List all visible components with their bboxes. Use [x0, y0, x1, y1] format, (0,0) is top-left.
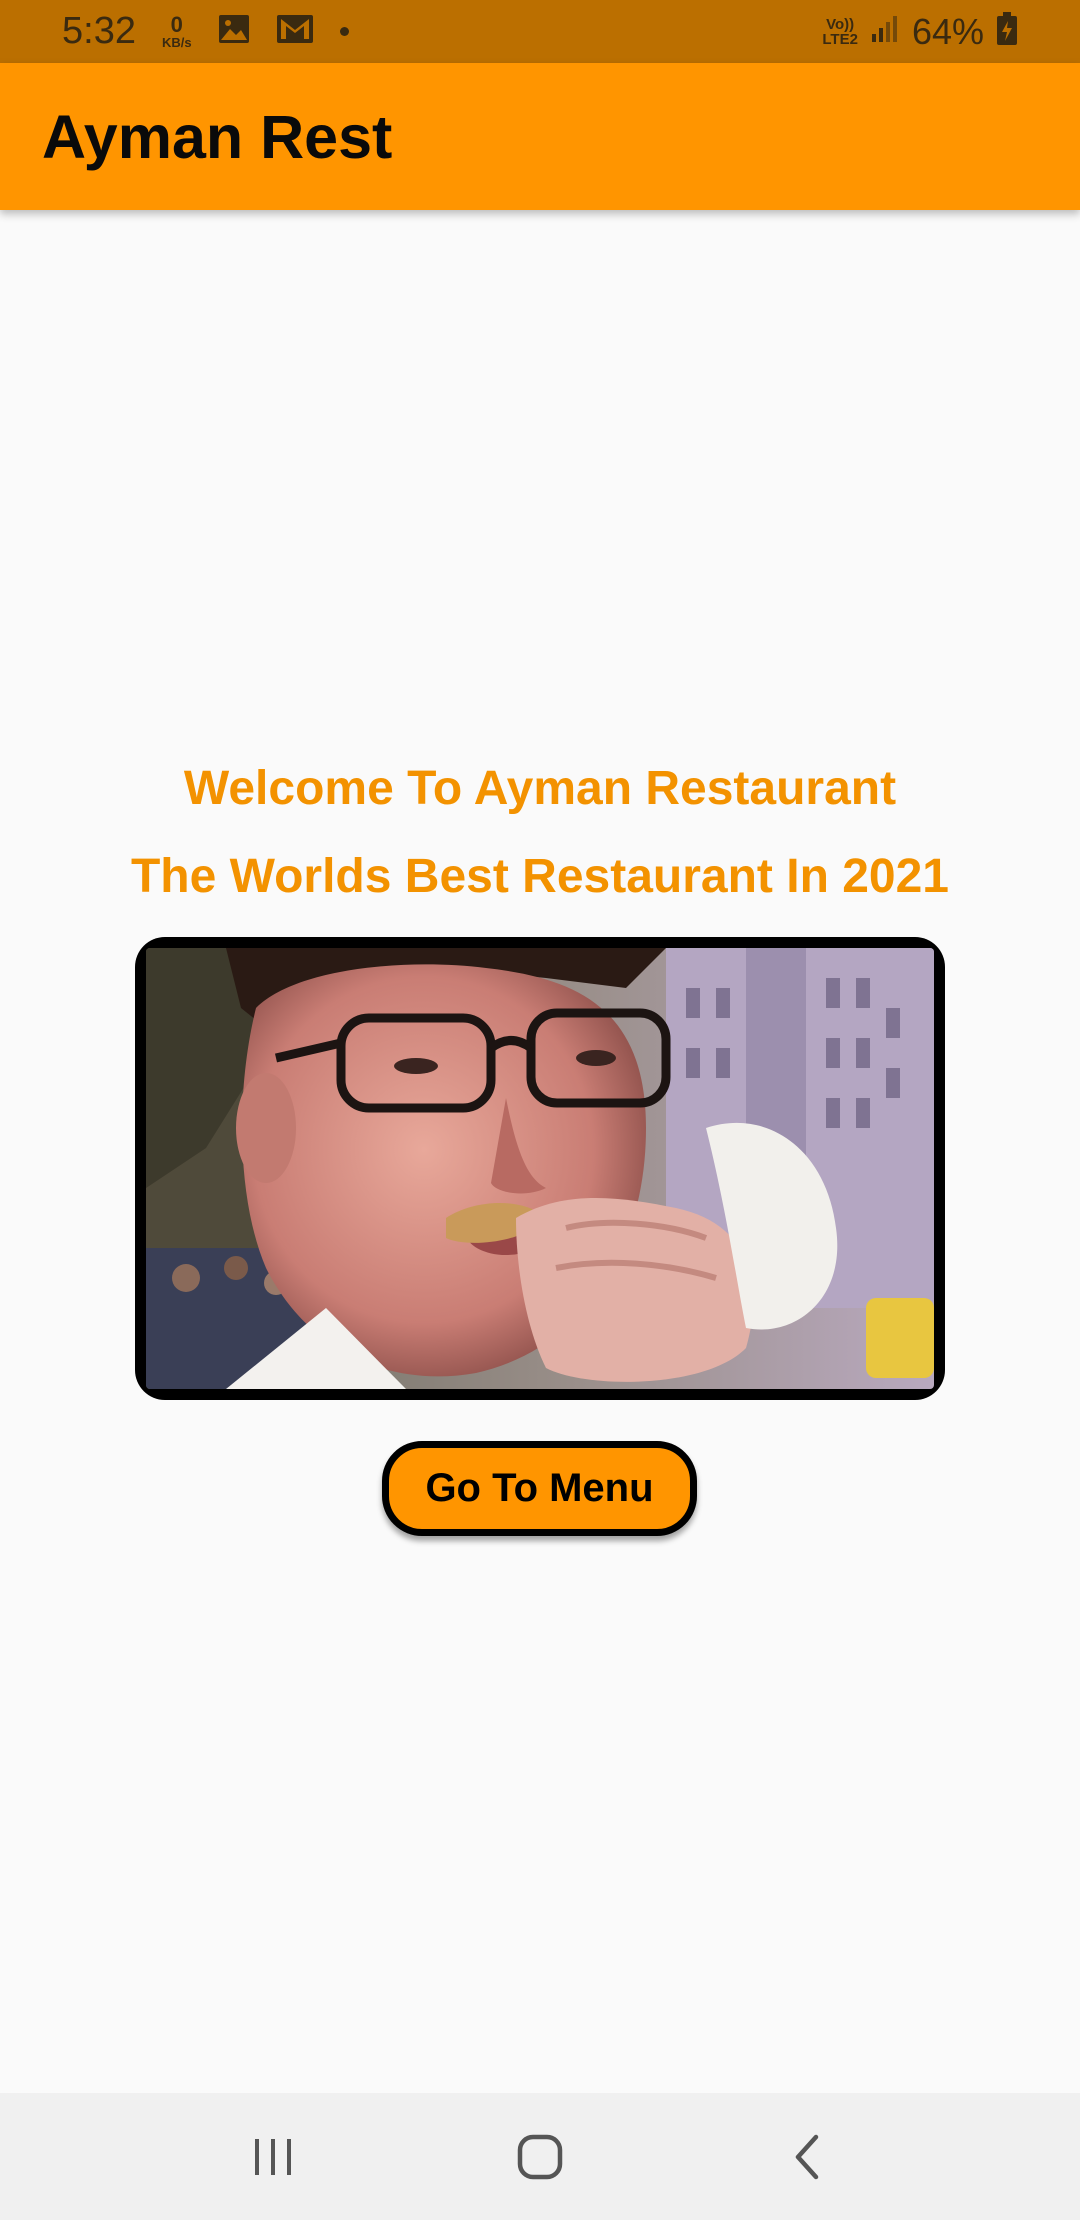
status-time: 5:32 — [62, 10, 136, 52]
welcome-line-2: The Worlds Best Restaurant In 2021 — [130, 850, 949, 903]
volte-top: Vo)) — [826, 15, 855, 33]
volte-bottom: LTE2 — [822, 30, 858, 48]
network-speed: 0 KB/s — [161, 12, 192, 50]
restaurant-photo-frame — [135, 937, 945, 1400]
app-bar: Ayman Rest — [0, 63, 1080, 210]
restaurant-photo — [146, 948, 934, 1389]
network-speed-unit: KB/s — [161, 35, 192, 50]
status-bar: 5:32 0 KB/s Vo)) LTE2 64% — [0, 0, 1080, 63]
back-icon[interactable] — [757, 2107, 857, 2207]
network-speed-value: 0 — [170, 12, 183, 37]
welcome-line-1: Welcome To Ayman Restaurant — [183, 762, 897, 815]
battery-percent: 64% — [911, 10, 984, 52]
gmail-icon — [276, 14, 314, 49]
signal-icon — [870, 14, 900, 49]
volte-indicator: Vo)) LTE2 — [822, 17, 858, 47]
home-icon[interactable] — [490, 2107, 590, 2207]
notification-dot-icon — [339, 27, 349, 36]
go-to-menu-button[interactable]: Go To Menu — [382, 1441, 697, 1536]
status-left: 5:32 0 KB/s — [62, 10, 349, 53]
nav-bar — [0, 2093, 1080, 2220]
battery-charging-icon — [996, 12, 1018, 51]
welcome-text: Welcome To Ayman Restaurant The Worlds B… — [0, 745, 1080, 921]
gallery-icon — [218, 14, 250, 49]
app-title: Ayman Rest — [42, 102, 393, 171]
recent-apps-icon[interactable] — [223, 2107, 323, 2207]
status-right: Vo)) LTE2 64% — [822, 11, 1018, 53]
